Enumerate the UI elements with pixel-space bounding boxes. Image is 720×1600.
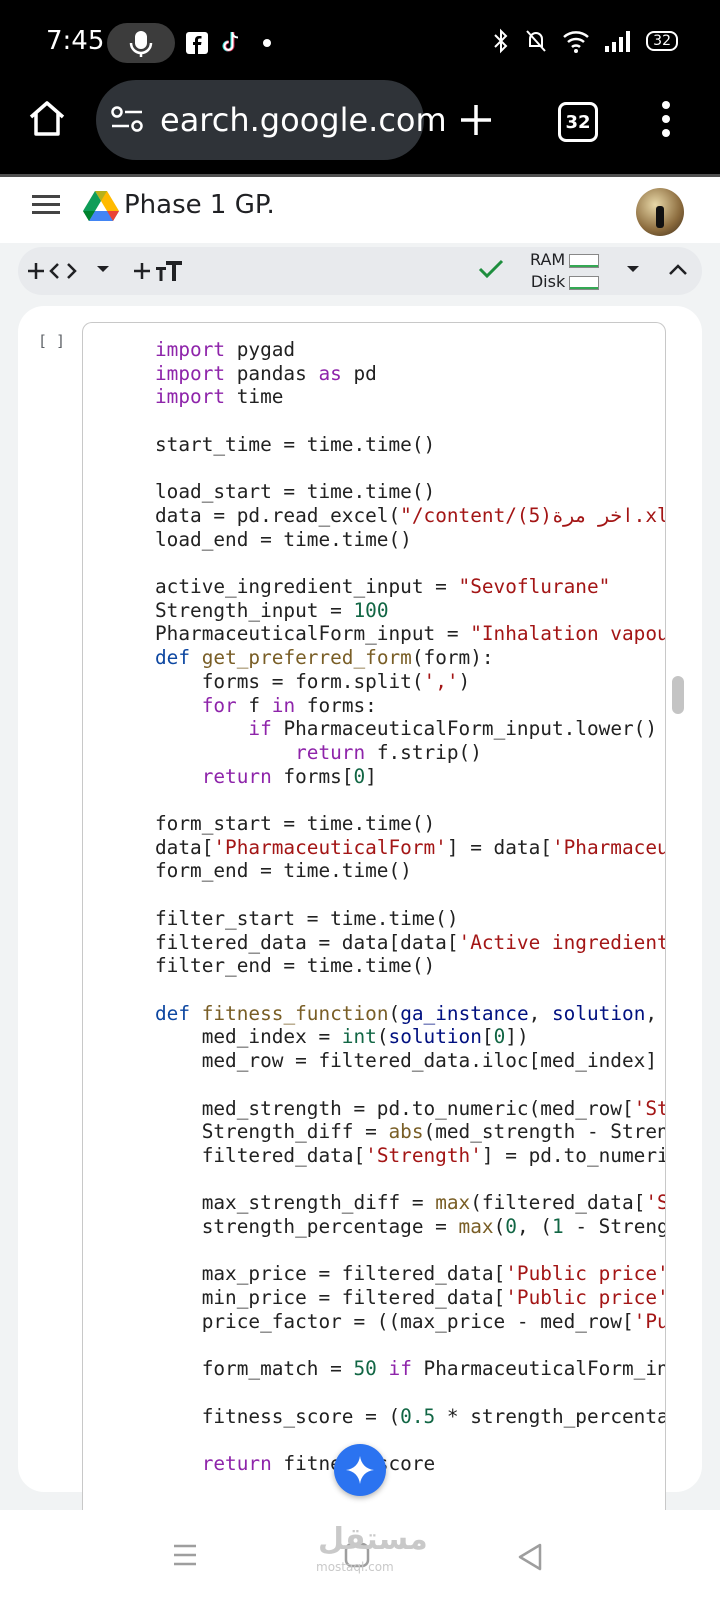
facebook-icon — [186, 32, 208, 54]
add-text-icon[interactable] — [134, 256, 186, 284]
status-time: 7:45 — [46, 26, 105, 56]
microphone-icon — [129, 31, 153, 57]
dropdown-icon[interactable] — [96, 264, 110, 274]
ram-meter — [569, 253, 600, 268]
watermark-sub: mostaql.com — [316, 1560, 394, 1574]
tab-switcher-button[interactable]: 32 — [558, 102, 598, 142]
cell-run-indicator[interactable]: [ ] — [38, 332, 65, 350]
dot-icon — [263, 39, 271, 47]
url-text[interactable]: earch.google.com — [160, 101, 447, 139]
gemini-button[interactable] — [334, 1444, 386, 1496]
disk-meter — [569, 275, 600, 290]
notebook-title[interactable]: Phase 1 GP. — [124, 190, 275, 220]
site-settings-icon[interactable] — [110, 104, 144, 134]
resource-dropdown-icon[interactable] — [626, 264, 640, 274]
add-code-icon[interactable] — [28, 258, 78, 284]
tiktok-icon — [222, 32, 239, 52]
chevron-up-icon[interactable] — [668, 262, 688, 276]
disk-label: Disk — [530, 272, 566, 291]
gemini-spark-icon — [346, 1456, 374, 1484]
status-icons: 32 — [492, 28, 678, 54]
menu-icon[interactable] — [658, 100, 674, 138]
code-content[interactable]: import pygad import pandas as pd import … — [155, 338, 665, 1476]
recent-apps-icon[interactable] — [172, 1542, 198, 1568]
resource-meter[interactable]: RAM Disk — [530, 249, 600, 293]
home-icon[interactable] — [26, 98, 68, 138]
connected-check-icon[interactable] — [478, 258, 504, 280]
back-icon[interactable] — [516, 1542, 544, 1572]
new-tab-icon[interactable] — [458, 102, 494, 138]
code-editor[interactable]: import pygad import pandas as pd import … — [82, 322, 666, 1523]
notebook-toolbar — [18, 247, 702, 295]
hamburger-menu-icon[interactable] — [32, 194, 62, 216]
scrollbar-thumb[interactable] — [672, 676, 684, 714]
bell-off-icon — [526, 30, 546, 52]
battery-icon: 32 — [646, 31, 678, 51]
status-bar: 7:45 32 — [0, 0, 720, 86]
bluetooth-icon — [494, 28, 508, 54]
signal-icon — [605, 31, 631, 52]
microphone-indicator — [107, 23, 175, 63]
google-drive-icon — [83, 191, 119, 221]
avatar[interactable] — [636, 188, 684, 236]
ram-label: RAM — [530, 250, 566, 269]
wifi-icon — [563, 31, 590, 53]
watermark: مستقل — [318, 1522, 428, 1557]
